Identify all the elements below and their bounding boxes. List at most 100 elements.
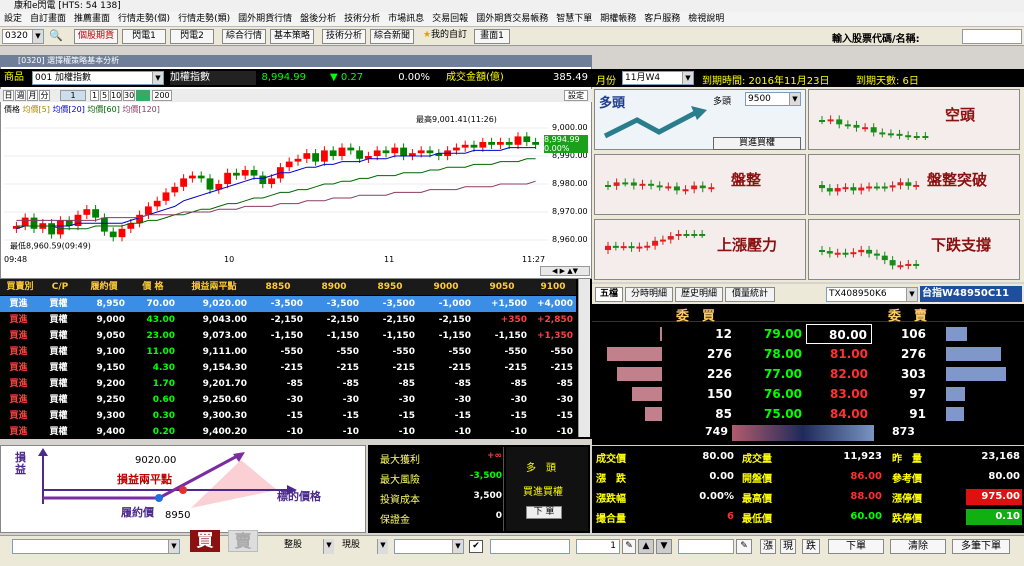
- menu-item-3[interactable]: 行情走勢(個): [114, 12, 174, 26]
- chevron-down-icon[interactable]: ▼: [377, 539, 388, 554]
- tb-btn-0[interactable]: 個股期貨: [74, 29, 118, 44]
- table-cell: -550: [448, 347, 471, 357]
- buy-call-button[interactable]: 買進買權: [713, 137, 801, 150]
- order-button[interactable]: 下 單: [526, 506, 562, 519]
- chevron-down-icon[interactable]: ▼: [452, 540, 463, 553]
- period-week[interactable]: 週: [15, 90, 26, 101]
- tb-btn-5[interactable]: 技術分析: [322, 29, 366, 44]
- search-input[interactable]: [962, 29, 1022, 44]
- chevron-down-icon[interactable]: ▼: [32, 30, 43, 43]
- candle-body: [532, 142, 539, 145]
- menu-item-10[interactable]: 國外期貨交易帳務: [472, 12, 552, 26]
- tb-btn-4[interactable]: 基本策略: [270, 29, 314, 44]
- neutral-candles-icon: [605, 178, 715, 195]
- chevron-down-icon[interactable]: ▼: [168, 540, 179, 553]
- menu-item-7[interactable]: 技術分析: [340, 12, 384, 26]
- account-select[interactable]: ▼: [12, 539, 180, 554]
- strategy-bear[interactable]: 空頭: [808, 89, 1020, 150]
- market-button[interactable]: 現: [780, 539, 796, 554]
- product-select[interactable]: 001 加權指數 ▼: [32, 71, 164, 85]
- sell-button[interactable]: 賣: [228, 530, 258, 552]
- menu-item-5[interactable]: 國外期貨行情: [234, 12, 296, 26]
- buy-button[interactable]: 買: [190, 530, 220, 552]
- clear-button[interactable]: 清除: [890, 539, 946, 554]
- table-row[interactable]: 買進 買權 9,300 0.30 9,300.30 -15 -15 -15 -15 -15 -15: [0, 408, 576, 424]
- interval-custom[interactable]: [136, 90, 150, 101]
- strategy-breakout[interactable]: 盤整突破: [808, 154, 1020, 215]
- pencil-icon[interactable]: ✎: [736, 539, 752, 554]
- table-row[interactable]: 買進 買權 9,150 4.30 9,154.30 -215 -215 -215 -215 -21…: [0, 360, 576, 376]
- menu-item-8[interactable]: 市場訊息: [384, 12, 428, 26]
- bull-strike-select[interactable]: 9500 ▼: [745, 92, 801, 106]
- tb-btn-2[interactable]: 閃電2: [170, 29, 214, 44]
- chevron-down-icon[interactable]: ▼: [323, 539, 334, 554]
- search-icon[interactable]: 🔍: [48, 29, 64, 44]
- code-select[interactable]: 0320 ▼: [2, 29, 44, 44]
- table-row[interactable]: 買進 買權 8,950 70.00 9,020.00 -3,500 -3,500 -3,500…: [0, 296, 576, 312]
- chevron-down-icon[interactable]: ▼: [682, 72, 693, 84]
- tab-5levels[interactable]: 五檔: [595, 287, 623, 302]
- mini-candle: [905, 263, 912, 266]
- chevron-down-icon[interactable]: ▼: [152, 72, 163, 84]
- chevron-down-icon[interactable]: ▼: [789, 93, 800, 105]
- menu-item-6[interactable]: 盤後分析: [296, 12, 340, 26]
- up-icon[interactable]: ▲: [638, 539, 654, 554]
- menu-item-13[interactable]: 客戶服務: [640, 12, 684, 26]
- page-tab[interactable]: 畫面1: [474, 29, 510, 44]
- tab-minute-detail[interactable]: 分時明細: [625, 287, 673, 302]
- table-row[interactable]: 買進 買權 9,250 0.60 9,250.60 -30 -30 -30 -30 -30 -30: [0, 392, 576, 408]
- lot-type-select[interactable]: 整股 ▼: [282, 539, 334, 554]
- chart-scroll-control[interactable]: ◀ ▶ ▲▼: [540, 266, 590, 276]
- period-day[interactable]: 日: [3, 90, 14, 101]
- table-row[interactable]: 買進 買權 9,000 43.00 9,043.00 -2,150 -2,150 -2,150…: [0, 312, 576, 328]
- table-scrollbar[interactable]: [578, 279, 590, 437]
- interval-10[interactable]: 10: [110, 90, 122, 101]
- submit-order-button[interactable]: 下單: [828, 539, 884, 554]
- down-icon[interactable]: ▼: [656, 539, 672, 554]
- period-month[interactable]: 月: [27, 90, 38, 101]
- trade-type-select[interactable]: 現股 ▼: [340, 539, 388, 554]
- menu-item-1[interactable]: 自訂畫面: [26, 12, 70, 26]
- tab-history-detail[interactable]: 歷史明細: [675, 287, 723, 302]
- price-field[interactable]: [490, 539, 570, 554]
- menu-item-9[interactable]: 交易回報: [428, 12, 472, 26]
- chevron-down-icon[interactable]: ▼: [906, 288, 917, 301]
- settings-button[interactable]: 設定: [564, 90, 588, 101]
- contract-select[interactable]: TX408950K6 ▼: [826, 287, 918, 302]
- multi-order-button[interactable]: 多筆下單: [952, 539, 1010, 554]
- limit-up-button[interactable]: 漲: [760, 539, 776, 554]
- edit-icon[interactable]: ✎: [622, 539, 636, 554]
- period-select[interactable]: 1: [60, 90, 86, 101]
- confirm-checkbox[interactable]: ✔: [469, 540, 483, 553]
- tab-volume-stats[interactable]: 價量統計: [725, 287, 775, 302]
- tb-btn-1[interactable]: 閃電1: [122, 29, 166, 44]
- menu-item-4[interactable]: 行情走勢(類): [174, 12, 234, 26]
- month-select[interactable]: 11月W4 ▼: [622, 71, 694, 85]
- limit-down-button[interactable]: 跌: [802, 539, 820, 554]
- table-row[interactable]: 買進 買權 9,400 0.20 9,400.20 -10 -10 -10 -10 -10 -10: [0, 424, 576, 439]
- strategy-bull[interactable]: 多頭 多頭 9500 ▼ 買進買權: [594, 89, 806, 150]
- count-field[interactable]: 200: [152, 90, 172, 101]
- table-row[interactable]: 買進 買權 9,200 1.70 9,201.70 -85 -85 -85 -85 -85 -85: [0, 376, 576, 392]
- table-row[interactable]: 買進 買權 9,050 23.00 9,073.00 -1,150 -1,150 -1,150…: [0, 328, 576, 344]
- menu-item-11[interactable]: 智慧下單: [552, 12, 596, 26]
- strategy-resist[interactable]: 上漲壓力: [594, 219, 806, 280]
- menu-item-14[interactable]: 檢視說明: [684, 12, 728, 26]
- favorite-button[interactable]: ★我的自訂: [421, 29, 469, 44]
- price-input[interactable]: [678, 539, 734, 554]
- table-row[interactable]: 買進 買權 9,100 11.00 9,111.00 -550 -550 -550 -550 -5…: [0, 344, 576, 360]
- interval-1[interactable]: 1: [90, 90, 99, 101]
- menu-item-0[interactable]: 設定: [0, 12, 26, 26]
- strategy-neutral[interactable]: 盤整: [594, 154, 806, 215]
- table-cell: +1,500: [490, 299, 527, 309]
- menu-item-12[interactable]: 期權帳務: [596, 12, 640, 26]
- interval-5[interactable]: 5: [100, 90, 109, 101]
- period-minute[interactable]: 分: [39, 90, 50, 101]
- menu-item-2[interactable]: 推薦畫面: [70, 12, 114, 26]
- order-cond-select[interactable]: ▼: [394, 539, 464, 554]
- tb-btn-6[interactable]: 綜合新聞: [370, 29, 414, 44]
- tb-btn-3[interactable]: 綜合行情: [222, 29, 266, 44]
- qty-field[interactable]: 1: [576, 539, 620, 554]
- strategy-support[interactable]: 下跌支撐: [808, 219, 1020, 280]
- interval-30[interactable]: 30: [123, 90, 135, 101]
